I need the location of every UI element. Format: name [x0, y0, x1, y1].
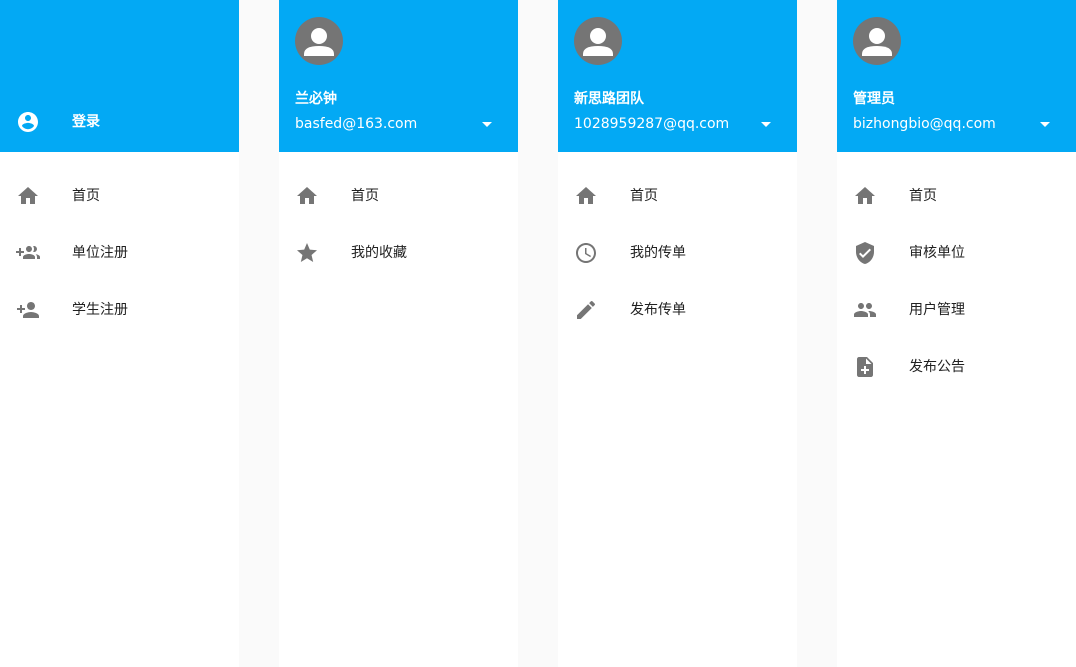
drawer-menu: 首页 我的传单 发布传单 — [558, 152, 797, 343]
login-label: 登录 — [72, 114, 100, 130]
menu-item-label: 学生注册 — [72, 302, 128, 318]
home-icon — [16, 184, 40, 208]
drawer-menu: 首页 单位注册 学生注册 — [0, 152, 239, 343]
person-add-icon — [16, 298, 40, 322]
account-dropdown-button[interactable] — [1033, 112, 1057, 136]
company-drawer: 新思路团队 1028959287@qq.com 首页 我的传单 发布传单 — [558, 0, 797, 667]
user-email: 1028959287@qq.com — [574, 116, 730, 132]
menu-item-label: 我的收藏 — [351, 245, 407, 261]
group-add-icon — [16, 241, 40, 265]
home-icon — [574, 184, 598, 208]
arrow-drop-down-icon — [1040, 122, 1050, 127]
menu-item-my-flyers[interactable]: 我的传单 — [558, 229, 797, 286]
menu-item-home[interactable]: 首页 — [837, 172, 1076, 229]
menu-item-student-register[interactable]: 学生注册 — [0, 286, 239, 343]
note-add-icon — [853, 355, 877, 379]
home-icon — [853, 184, 877, 208]
drawer-header: 管理员 bizhongbio@qq.com — [837, 0, 1076, 152]
menu-item-home[interactable]: 首页 — [279, 172, 518, 229]
person-avatar-icon — [862, 28, 892, 56]
user-name: 新思路团队 — [574, 91, 644, 107]
arrow-drop-down-icon — [482, 122, 492, 127]
person-avatar-icon — [583, 28, 613, 56]
student-drawer: 兰必钟 basfed@163.com 首页 我的收藏 — [279, 0, 518, 667]
clock-icon — [574, 241, 598, 265]
menu-item-label: 首页 — [72, 188, 100, 204]
menu-item-publish-notice[interactable]: 发布公告 — [837, 343, 1076, 400]
arrow-drop-down-icon — [761, 122, 771, 127]
menu-item-home[interactable]: 首页 — [0, 172, 239, 229]
avatar[interactable] — [295, 17, 343, 65]
menu-item-label: 我的传单 — [630, 245, 686, 261]
avatar[interactable] — [574, 17, 622, 65]
menu-item-label: 单位注册 — [72, 245, 128, 261]
user-name: 管理员 — [853, 91, 895, 107]
menu-item-favorites[interactable]: 我的收藏 — [279, 229, 518, 286]
home-icon — [295, 184, 319, 208]
menu-item-label: 发布公告 — [909, 359, 965, 375]
star-icon — [295, 241, 319, 265]
menu-item-company-register[interactable]: 单位注册 — [0, 229, 239, 286]
menu-item-label: 首页 — [909, 188, 937, 204]
menu-item-label: 发布传单 — [630, 302, 686, 318]
menu-item-review-companies[interactable]: 审核单位 — [837, 229, 1076, 286]
drawer-header: 登录 — [0, 0, 239, 152]
menu-item-label: 首页 — [351, 188, 379, 204]
verified-shield-icon — [853, 241, 877, 265]
menu-item-home[interactable]: 首页 — [558, 172, 797, 229]
avatar[interactable] — [853, 17, 901, 65]
login-button[interactable]: 登录 — [0, 98, 239, 146]
drawer-header: 新思路团队 1028959287@qq.com — [558, 0, 797, 152]
account-dropdown-button[interactable] — [754, 112, 778, 136]
account-dropdown-button[interactable] — [475, 112, 499, 136]
drawer-menu: 首页 审核单位 用户管理 发布公告 — [837, 152, 1076, 400]
user-name: 兰必钟 — [295, 91, 337, 107]
people-icon — [853, 298, 877, 322]
pencil-icon — [574, 298, 598, 322]
guest-drawer: 登录 首页 单位注册 学生注册 — [0, 0, 239, 667]
menu-item-label: 用户管理 — [909, 302, 965, 318]
user-email: bizhongbio@qq.com — [853, 116, 996, 132]
menu-item-publish-flyer[interactable]: 发布传单 — [558, 286, 797, 343]
drawer-header: 兰必钟 basfed@163.com — [279, 0, 518, 152]
drawer-menu: 首页 我的收藏 — [279, 152, 518, 286]
account-circle-icon — [16, 110, 40, 134]
menu-item-label: 首页 — [630, 188, 658, 204]
person-avatar-icon — [304, 28, 334, 56]
menu-item-user-management[interactable]: 用户管理 — [837, 286, 1076, 343]
user-email: basfed@163.com — [295, 116, 418, 132]
admin-drawer: 管理员 bizhongbio@qq.com 首页 审核单位 用户管理 发布公告 — [837, 0, 1076, 667]
menu-item-label: 审核单位 — [909, 245, 965, 261]
